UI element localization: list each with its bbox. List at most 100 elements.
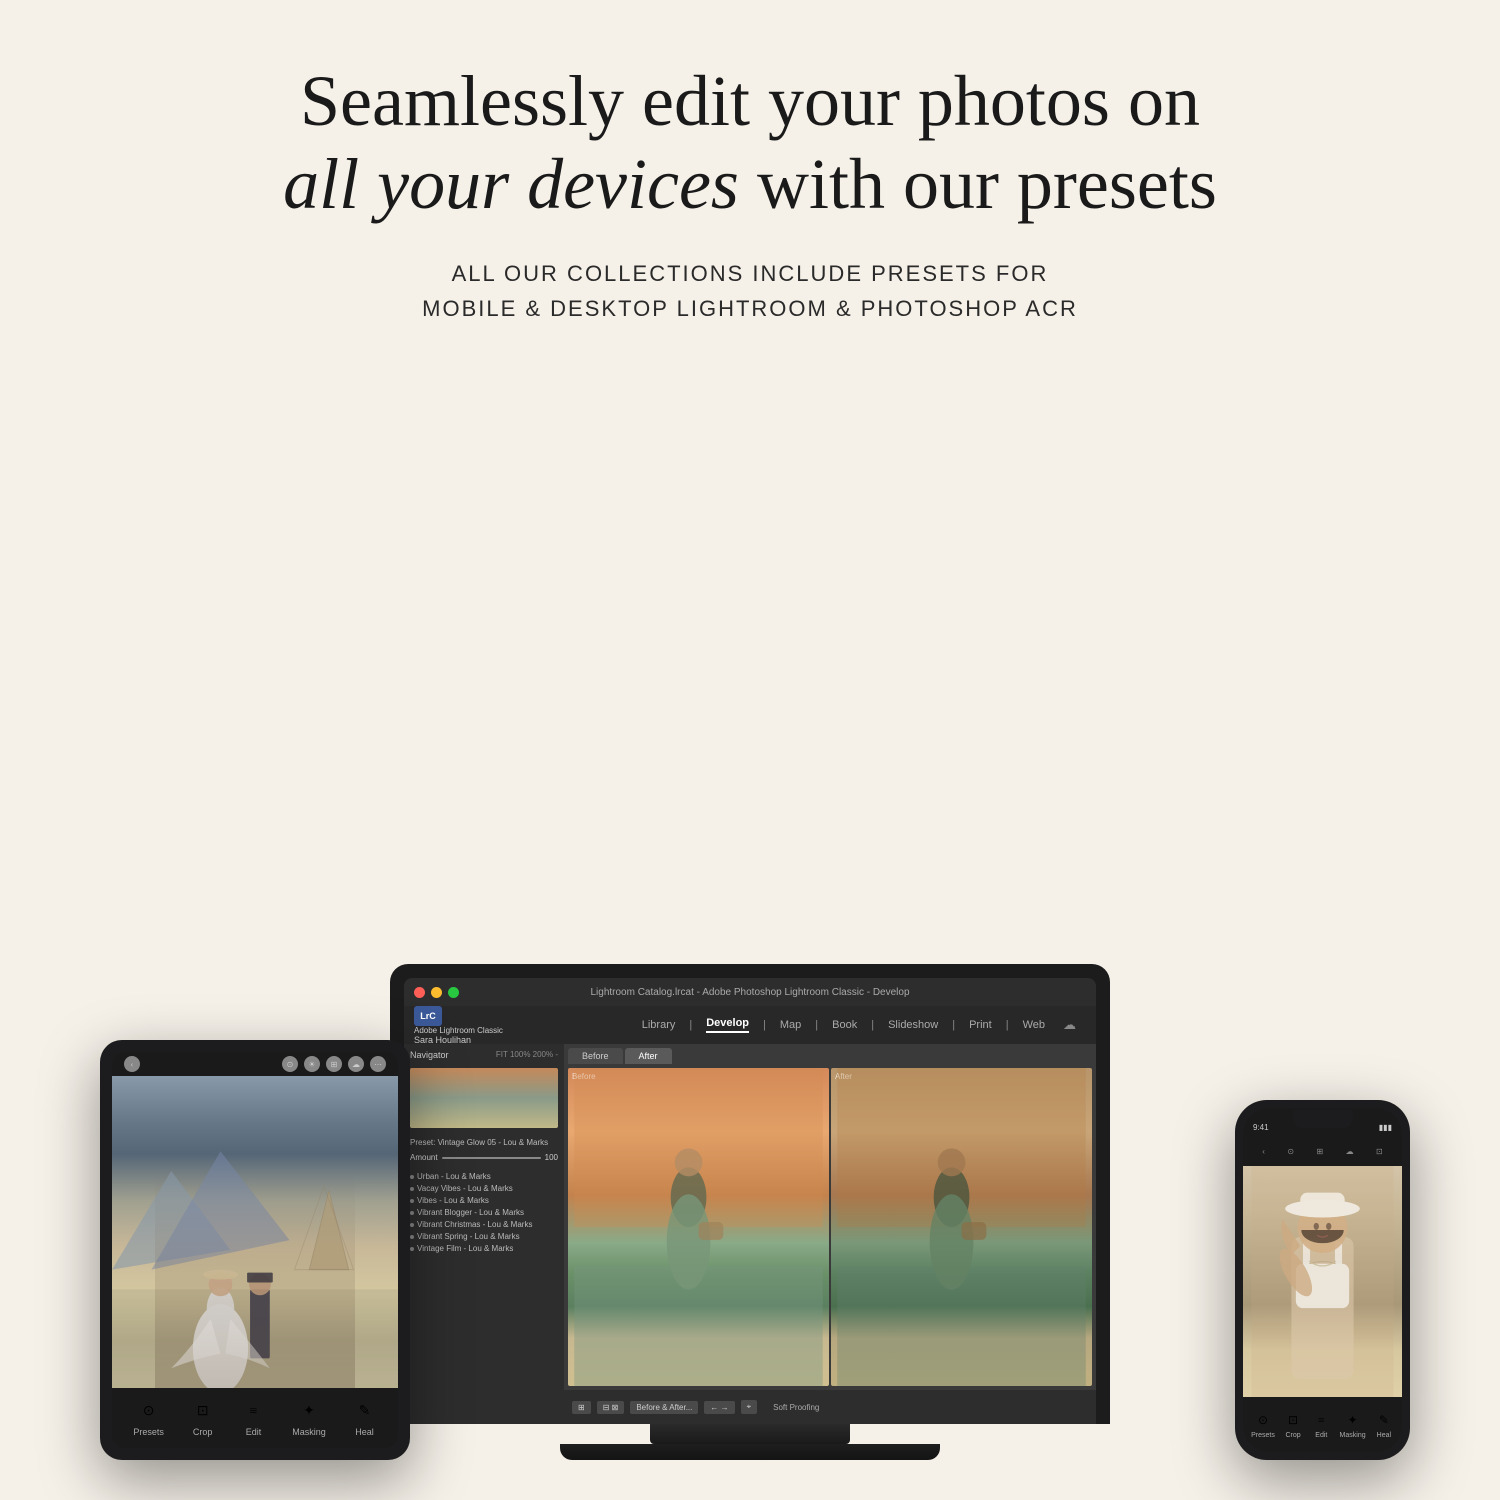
lr-image-area: Before: [564, 1064, 1096, 1390]
lr-user-name: Sara Houlihan: [414, 1035, 503, 1045]
lr-tab-web[interactable]: Web: [1023, 1019, 1045, 1031]
tablet-icon-2[interactable]: ☀: [304, 1056, 320, 1072]
phone-notch: [1293, 1110, 1353, 1128]
lr-nav-tabs: Library | Develop | Map | Book | Slidesh…: [642, 1017, 1076, 1033]
phone-outer: 9:41 ▮▮▮ ‹ ⊙ ⊞ ☁ ⊡: [1235, 1100, 1410, 1460]
headline-italic: all your devices: [283, 144, 739, 224]
lr-zoom[interactable]: ⌖: [741, 1400, 758, 1414]
traffic-light-green[interactable]: [448, 987, 459, 998]
phone-lr-icon3[interactable]: ☁: [1346, 1147, 1354, 1156]
phone-tool-crop[interactable]: ⊡ Crop: [1283, 1410, 1303, 1439]
lr-amount-slider[interactable]: [442, 1157, 541, 1159]
lr-tab-after[interactable]: After: [625, 1048, 672, 1064]
lr-amount-bar: Amount 100: [410, 1153, 558, 1162]
lr-navigator-header: Navigator FIT 100% 200% -: [410, 1050, 558, 1060]
tablet-tool-presets[interactable]: ⊙ Presets: [133, 1400, 164, 1437]
phone-presets-icon: ⊙: [1253, 1410, 1273, 1430]
headline: Seamlessly edit your photos on all your …: [283, 60, 1217, 226]
heal-icon: ✎: [353, 1400, 377, 1424]
phone-lr-icon2[interactable]: ⊞: [1316, 1147, 1323, 1156]
phone-heal-icon: ✎: [1374, 1410, 1394, 1430]
phone-lr-icon1[interactable]: ⊙: [1287, 1147, 1294, 1156]
tablet-icon-3[interactable]: ⊞: [326, 1056, 342, 1072]
phone-lr-back[interactable]: ‹: [1262, 1147, 1265, 1156]
phone-tool-presets[interactable]: ⊙ Presets: [1251, 1410, 1275, 1439]
laptop-top-bar: Lightroom Catalog.lrcat - Adobe Photosho…: [404, 978, 1096, 1006]
tablet-container: ‹ ⊙ ☀ ⊞ ☁ ⋯: [100, 1040, 410, 1460]
phone-crop-icon: ⊡: [1283, 1410, 1303, 1430]
crop-label: Crop: [193, 1427, 213, 1437]
lr-amount-value: 100: [545, 1153, 558, 1162]
lr-tab-library[interactable]: Library: [642, 1019, 676, 1031]
tablet-screen: ‹ ⊙ ☀ ⊞ ☁ ⋯: [112, 1052, 398, 1448]
lr-preset-vibrant-spring[interactable]: Vibrant Spring - Lou & Marks: [410, 1232, 558, 1241]
presets-label: Presets: [133, 1427, 164, 1437]
bullet: [410, 1199, 414, 1203]
tablet-back-icon[interactable]: ‹: [124, 1056, 140, 1072]
lr-preset-vintage-film[interactable]: Vintage Film - Lou & Marks: [410, 1244, 558, 1253]
crop-icon: ⊡: [191, 1400, 215, 1424]
tablet-tool-heal[interactable]: ✎ Heal: [353, 1400, 377, 1437]
lr-preset-vacay[interactable]: Vacay Vibes - Lou & Marks: [410, 1184, 558, 1193]
phone-crop-label: Crop: [1285, 1432, 1300, 1439]
window-title: Lightroom Catalog.lrcat - Adobe Photosho…: [590, 987, 909, 998]
lr-tab-print[interactable]: Print: [969, 1019, 992, 1031]
lr-tab-before[interactable]: Before: [568, 1048, 623, 1064]
bullet: [410, 1175, 414, 1179]
phone-edit-icon: ≡: [1311, 1410, 1331, 1430]
lr-app-name: Adobe Lightroom Classic: [414, 1026, 503, 1035]
lr-grid-btn-1[interactable]: ⊞: [572, 1401, 591, 1414]
laptop-container: Lightroom Catalog.lrcat - Adobe Photosho…: [390, 964, 1110, 1460]
lr-arrows[interactable]: ← →: [704, 1401, 734, 1414]
traffic-light-red[interactable]: [414, 987, 425, 998]
tablet-icon-5[interactable]: ⋯: [370, 1056, 386, 1072]
lr-after-panel: After: [831, 1068, 1092, 1386]
masking-icon: ✦: [297, 1400, 321, 1424]
bullet: [410, 1187, 414, 1191]
bullet: [410, 1247, 414, 1251]
lr-soft-proof: Soft Proofing: [773, 1403, 819, 1412]
headline-line2: all your devices with our presets: [283, 143, 1217, 226]
phone-toolbar: ⊙ Presets ⊡ Crop ≡ Edit ✦: [1243, 1397, 1402, 1452]
tablet-icon-1[interactable]: ⊙: [282, 1056, 298, 1072]
lr-tab-book[interactable]: Book: [832, 1019, 857, 1031]
phone-edit-label: Edit: [1315, 1432, 1327, 1439]
lr-preset-vibrant-blogger[interactable]: Vibrant Blogger - Lou & Marks: [410, 1208, 558, 1217]
phone-masking-label: Masking: [1340, 1432, 1366, 1439]
lr-before-after-btn[interactable]: Before & After...: [630, 1401, 698, 1414]
laptop-stand: [650, 1424, 850, 1444]
headline-line1: Seamlessly edit your photos on: [283, 60, 1217, 143]
lr-preset-urban[interactable]: Urban - Lou & Marks: [410, 1172, 558, 1181]
lr-tab-slideshow[interactable]: Slideshow: [888, 1019, 938, 1031]
tablet-icon-4[interactable]: ☁: [348, 1056, 364, 1072]
tablet-tool-masking[interactable]: ✦ Masking: [292, 1400, 326, 1437]
lr-preset-vibrant-xmas[interactable]: Vibrant Christmas - Lou & Marks: [410, 1220, 558, 1229]
phone-tool-edit[interactable]: ≡ Edit: [1311, 1410, 1331, 1439]
lr-tab-map[interactable]: Map: [780, 1019, 801, 1031]
tablet-tool-crop[interactable]: ⊡ Crop: [191, 1400, 215, 1437]
subtitle: ALL OUR COLLECTIONS INCLUDE PRESETS FOR …: [422, 256, 1078, 326]
bullet: [410, 1223, 414, 1227]
phone-tool-masking[interactable]: ✦ Masking: [1340, 1410, 1366, 1439]
traffic-light-yellow[interactable]: [431, 987, 442, 998]
lr-preset-label: Preset: Vintage Glow 05 - Lou & Marks: [410, 1138, 558, 1147]
phone-image-area: [1243, 1166, 1402, 1397]
lr-preset-vibes[interactable]: Vibes - Lou & Marks: [410, 1196, 558, 1205]
lr-grid-btn-2[interactable]: ⊟ ⊠: [597, 1401, 625, 1414]
lr-top-nav: LrC Adobe Lightroom Classic Sara Houliha…: [404, 1006, 1096, 1044]
phone-heal-label: Heal: [1377, 1432, 1391, 1439]
phone-lr-icon4[interactable]: ⊡: [1376, 1147, 1383, 1156]
laptop-base: [560, 1444, 940, 1460]
lr-tab-develop[interactable]: Develop: [706, 1017, 749, 1033]
phone-tool-heal[interactable]: ✎ Heal: [1374, 1410, 1394, 1439]
phone-status-icons: ▮▮▮: [1379, 1123, 1392, 1132]
tablet-outer: ‹ ⊙ ☀ ⊞ ☁ ⋯: [100, 1040, 410, 1460]
presets-icon: ⊙: [137, 1400, 161, 1424]
devices-section: ‹ ⊙ ☀ ⊞ ☁ ⋯: [60, 376, 1440, 1460]
phone-container: 9:41 ▮▮▮ ‹ ⊙ ⊞ ☁ ⊡: [1235, 1100, 1410, 1460]
lr-preview-img: [410, 1068, 558, 1128]
subtitle-line2: MOBILE & DESKTOP LIGHTROOM & PHOTOSHOP A…: [422, 291, 1078, 326]
lr-amount-text: Amount: [410, 1153, 438, 1162]
phone-lr-toolbar: ‹ ⊙ ⊞ ☁ ⊡: [1243, 1136, 1402, 1166]
tablet-tool-edit[interactable]: ≡ Edit: [241, 1400, 265, 1437]
